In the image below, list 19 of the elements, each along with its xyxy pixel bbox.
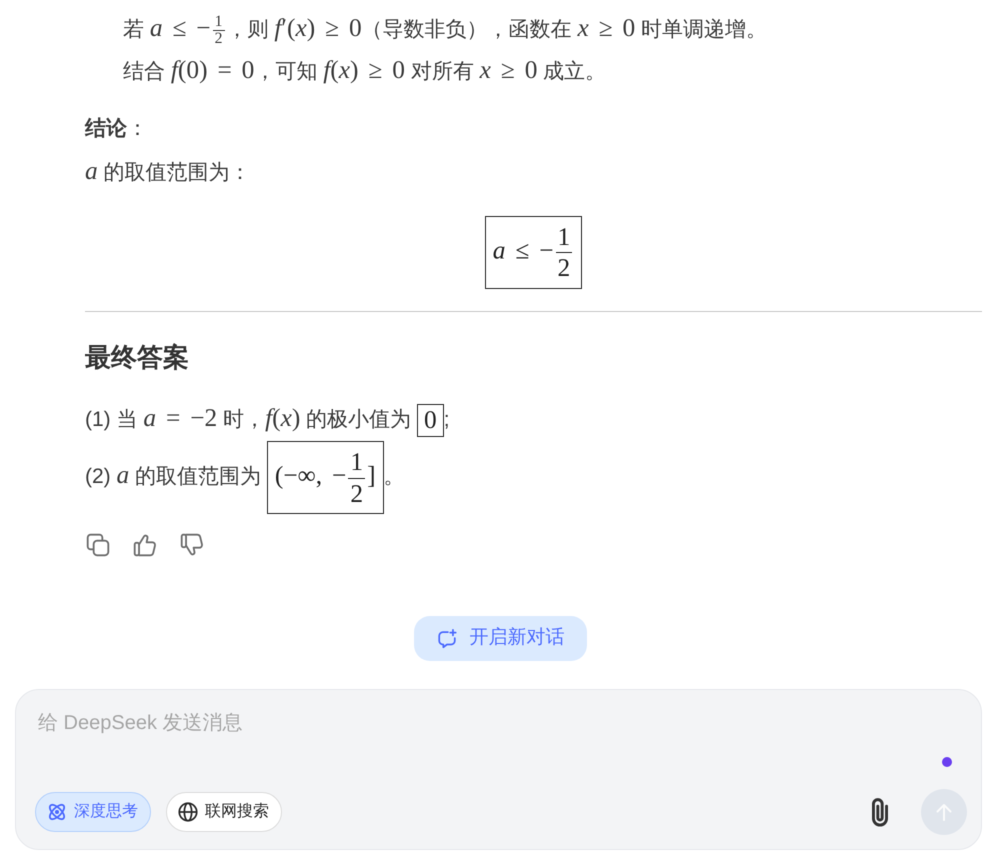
final-answer-heading: 最终答案 (85, 340, 190, 373)
thumbs-down-icon[interactable] (179, 532, 205, 558)
thumbs-up-icon[interactable] (132, 532, 158, 558)
answer-text: ; (444, 408, 450, 431)
globe-icon (177, 801, 199, 824)
answer-text: (1) 当 a = −2 时，f(x) 的极小值为 (85, 408, 412, 431)
copy-icon[interactable] (85, 532, 111, 558)
answer-text: (2) a 的取值范围为 (85, 465, 262, 488)
web-search-toggle[interactable]: 联网搜索 (166, 792, 282, 832)
boxed-answer: 0 (417, 404, 444, 437)
new-chat-button[interactable]: 开启新对话 (414, 616, 586, 662)
deep-think-toggle[interactable]: 深度思考 (35, 792, 151, 832)
message-field[interactable]: 给 DeepSeek 发送消息 (38, 709, 967, 738)
step-text: 结合 f(0) = 0，可知 f(x) ≥ 0 对所有 x ≥ 0 成立。 (123, 55, 608, 86)
dot-icon (942, 757, 952, 768)
conclusion-label: 结论： (85, 116, 149, 142)
answer-text: 。 (384, 465, 405, 488)
chat-plus-icon (436, 628, 458, 650)
conclusion-text: a 的取值范围为： (85, 156, 252, 187)
